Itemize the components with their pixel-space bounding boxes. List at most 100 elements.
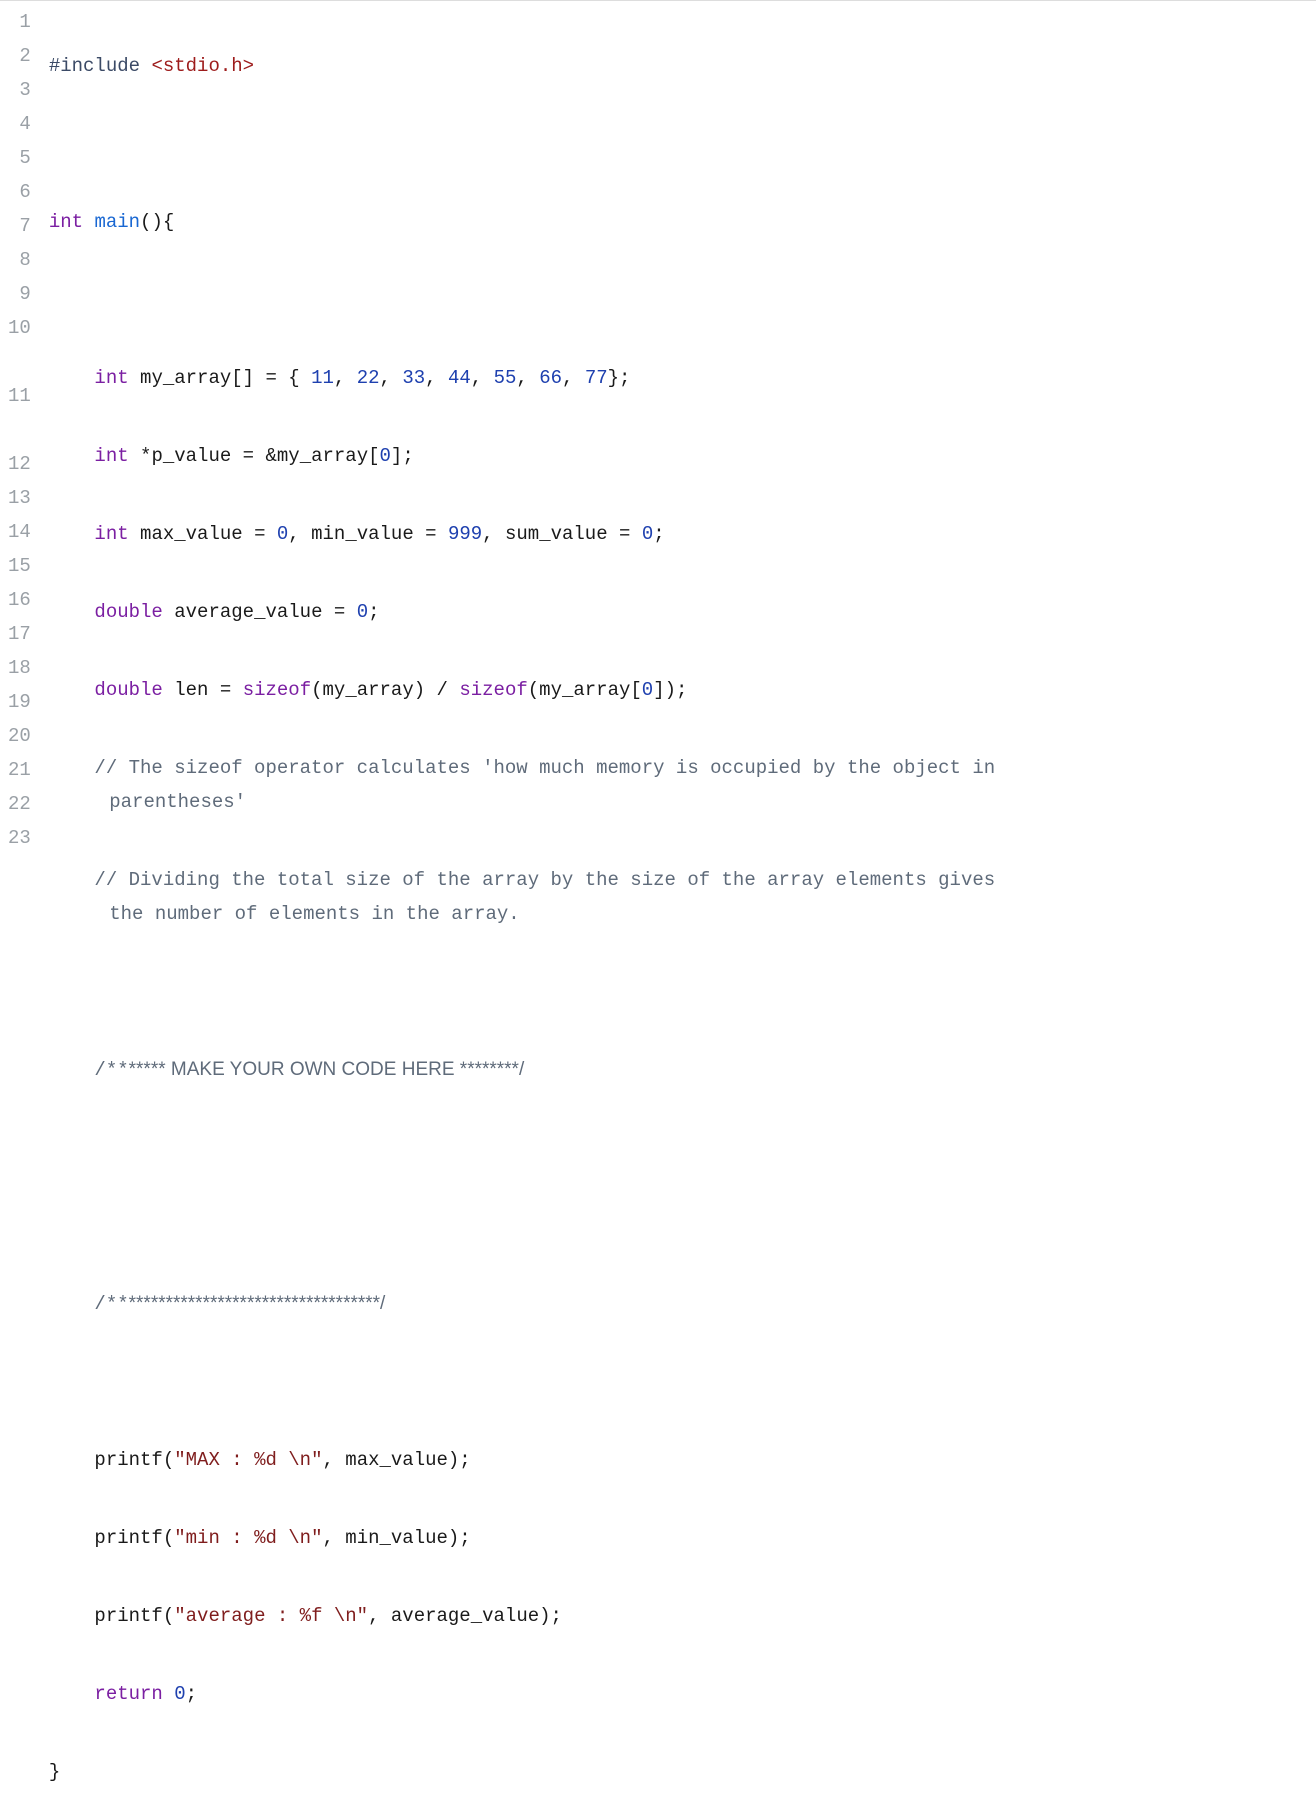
identifier: my_array[ [277,445,380,467]
string: "min : %d \n" [174,1527,322,1549]
keyword: sizeof [243,679,311,701]
code-row[interactable]: /************************************/ [41,1287,1316,1321]
number: 0 [642,523,653,545]
line-number: 9 [8,277,31,311]
comment: /* [94,1059,117,1081]
line-number: 13 [8,481,31,515]
line-number: 18 [8,651,31,685]
code-row[interactable]: return 0; [41,1677,1316,1711]
code-row[interactable]: #include <stdio.h> [41,49,1316,83]
equals: = [322,601,356,623]
code-row[interactable] [41,127,1316,161]
identifier: max_value [140,523,243,545]
line-number: 7 [8,209,31,243]
line-number: 2 [8,39,31,73]
code-row[interactable]: int my_array[] = { 11, 22, 33, 44, 55, 6… [41,361,1316,395]
line-number-gutter: 1 2 3 4 5 6 7 8 9 10 11 12 13 14 15 16 1… [0,1,41,1800]
code-row[interactable]: printf("min : %d \n", min_value); [41,1521,1316,1555]
string: "average : %f \n" [174,1605,368,1627]
line-number: 8 [8,243,31,277]
brace: } [49,1761,60,1783]
line-number: 5 [8,141,31,175]
identifier: sum_value [505,523,608,545]
comma: , [482,523,505,545]
number: 66 [539,367,562,389]
code-editor[interactable]: 1 2 3 4 5 6 7 8 9 10 11 12 13 14 15 16 1… [0,0,1316,1800]
keyword: return [94,1683,162,1705]
number: 0 [277,523,288,545]
number: 0 [642,679,653,701]
identifier: p_value [151,445,231,467]
bracket: [] = { [231,367,299,389]
number: 999 [448,523,482,545]
identifier: , average_value); [368,1605,562,1627]
paren: ( [163,1527,174,1549]
code-row[interactable] [41,975,1316,1009]
identifier: , min_value); [322,1527,470,1549]
line-number: 22 [8,787,31,821]
code-row[interactable]: // Dividing the total size of the array … [41,863,1316,931]
code-row[interactable]: int *p_value = &my_array[0]; [41,439,1316,473]
comma: , [288,523,311,545]
string: "MAX : %d \n" [174,1449,322,1471]
code-row[interactable]: /******* MAKE YOUR OWN CODE HERE *******… [41,1053,1316,1087]
identifier: average_value [174,601,322,623]
terminator: ; [368,601,379,623]
code-row[interactable]: int max_value = 0, min_value = 999, sum_… [41,517,1316,551]
code-area[interactable]: #include <stdio.h> int main(){ int my_ar… [41,1,1316,1800]
number: 55 [494,367,517,389]
number: 77 [585,367,608,389]
number: 22 [357,367,380,389]
line-number: 19 [8,685,31,719]
keyword: sizeof [459,679,527,701]
terminator: ; [186,1683,197,1705]
comment: ***** MAKE YOUR OWN CODE HERE ********/ [129,1059,525,1080]
number: 44 [448,367,471,389]
function-call: printf [94,1605,162,1627]
line-number: 4 [8,107,31,141]
terminator: ; [653,523,664,545]
equals: = [243,523,277,545]
code-row[interactable]: printf("average : %f \n", average_value)… [41,1599,1316,1633]
line-number: 15 [8,549,31,583]
comment: // Dividing the total size of the array … [94,869,1006,891]
code-row[interactable]: // The sizeof operator calculates 'how m… [41,751,1316,819]
line-number: 17 [8,617,31,651]
comment: parentheses' [49,785,1316,819]
line-number: 6 [8,175,31,209]
number: 11 [311,367,334,389]
line-number: 16 [8,583,31,617]
code-row[interactable]: } [41,1755,1316,1789]
comment: the number of elements in the array. [49,897,1316,931]
code-row[interactable]: double average_value = 0; [41,595,1316,629]
identifier: (my_array) / [311,679,459,701]
line-number: 20 [8,719,31,753]
code-row[interactable]: printf("MAX : %d \n", max_value); [41,1443,1316,1477]
terminator: ]); [653,679,687,701]
terminator: ]; [391,445,414,467]
paren: ( [163,1449,174,1471]
line-number: 14 [8,515,31,549]
include-header: <stdio.h> [151,55,254,77]
code-row[interactable] [41,1365,1316,1399]
identifier: my_array [140,367,231,389]
line-number: 11 [8,379,31,447]
code-row[interactable] [41,283,1316,317]
keyword: int [94,367,128,389]
code-row[interactable]: int main(){ [41,205,1316,239]
code-row[interactable]: double len = sizeof(my_array) / sizeof(m… [41,673,1316,707]
paren: ( [163,1605,174,1627]
line-number: 12 [8,447,31,481]
function-call: printf [94,1449,162,1471]
code-row[interactable] [41,1131,1316,1165]
equals: = [608,523,642,545]
line-number: 3 [8,73,31,107]
comment: // The sizeof operator calculates 'how m… [94,757,1006,779]
number: 0 [174,1683,185,1705]
keyword: int [49,211,83,233]
number: 33 [402,367,425,389]
line-number: 1 [8,5,31,39]
line-number: 10 [8,311,31,379]
code-row[interactable] [41,1209,1316,1243]
comment: * [117,1059,128,1081]
